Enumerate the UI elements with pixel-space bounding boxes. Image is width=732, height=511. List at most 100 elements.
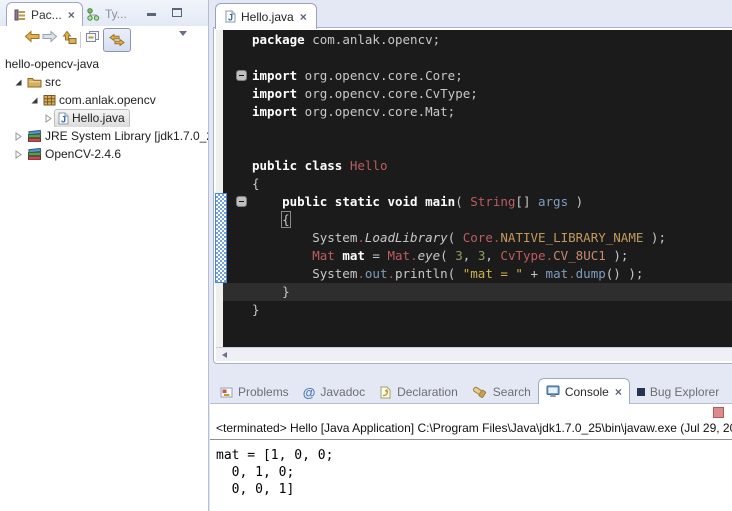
tree-item-hello-opencv-java[interactable]: hello-opencv-java [0,55,208,73]
view-tab-label: Search [493,385,531,399]
left-panel-tab-row: Pac... × Ty... [0,0,208,26]
view-tab-label: Ty... [105,7,127,21]
code-line [252,121,666,139]
declaration-icon [379,386,392,399]
tree-item-core: OpenCV-2.4.6 [24,146,125,163]
view-tab-bug[interactable]: Bug [726,380,732,404]
view-tab-label: Pac... [31,8,62,22]
code-line: } [252,283,666,301]
view-tab-search[interactable]: Search [465,380,538,404]
tree-item-label: OpenCV-2.4.6 [45,145,121,163]
bottom-view-tab-row: Problems @Javadoc Declaration Search Console… [213,377,732,404]
tree-item-core: com.anlak.opencv [40,92,160,109]
svg-text:J: J [228,13,233,23]
tree-item-label: src [45,73,61,91]
code-line: } [252,301,666,319]
tree-item-src[interactable]: src [0,73,208,91]
view-tab-problems[interactable]: Problems [213,380,296,404]
editor-tab-label: Hello.java [241,10,294,24]
tree-item-label: hello-opencv-java [5,55,99,73]
view-tab-pac[interactable]: Pac... × [6,2,83,26]
tree-item-core: J Hello.java [54,109,130,127]
package-icon [43,94,56,106]
editor-tab-hello-java[interactable]: J Hello.java × [215,3,317,29]
problems-icon [220,386,233,398]
type-hierarchy-icon [87,8,100,21]
minimize-button[interactable] [147,7,161,19]
expanded-arrow-icon[interactable] [29,96,40,105]
editor-frame: package com.anlak.opencv; import org.open… [213,27,732,364]
console-divider [210,439,732,440]
code-lines: package com.anlak.opencv; import org.open… [252,31,666,319]
link-with-editor-icon [108,34,126,46]
code-line: System.out.println( "mat = " + mat.dump(… [252,265,666,283]
toolbar-separator [80,32,81,48]
collapse-all-icon[interactable] [85,30,100,43]
close-icon[interactable]: × [615,386,622,398]
maximize-button[interactable] [172,8,186,20]
view-tab-label: Bug Explorer [650,385,719,399]
back-arrow-icon[interactable] [24,30,40,43]
package-explorer-panel: Pac... × Ty... hello-opencv-javasrccom.anl… [0,0,209,511]
view-tab-label: Problems [238,385,289,399]
view-tab-bug-explorer[interactable]: Bug Explorer [630,380,726,404]
view-tab-label: Declaration [397,385,458,399]
view-menu-chevron-icon[interactable] [179,36,187,54]
tree-item-com-anlak-opencv[interactable]: com.anlak.opencv [0,91,208,109]
code-line: { [252,211,666,229]
tree-item-label: JRE System Library [jdk1.7.0_25] [45,127,208,145]
bug-icon [637,388,645,396]
code-line: { [252,175,666,193]
console-output[interactable]: mat = [1, 0, 0; 0, 1, 0; 0, 0, 1] [216,447,333,498]
close-icon[interactable]: × [300,11,307,23]
annotation-ruler[interactable] [216,30,223,347]
code-line: public static void main( String[] args ) [252,193,666,211]
package-explorer-toolbar [0,26,208,54]
collapsed-arrow-icon[interactable] [13,132,24,141]
library-icon [27,148,42,161]
tree-item-label: Hello.java [72,109,125,127]
link-with-editor-button[interactable] [103,28,131,52]
collapsed-arrow-icon[interactable] [13,150,24,159]
code-line [252,49,666,67]
view-tab-label: Javadoc [320,385,365,399]
tree-item-jre-system-library-jdk1-7-0_25-[interactable]: JRE System Library [jdk1.7.0_25] [0,127,208,145]
horizontal-scrollbar[interactable] [216,347,732,361]
svg-text:J: J [61,114,66,124]
tree-item-core: src [24,74,65,91]
code-line: package com.anlak.opencv; [252,31,666,49]
project-tree: hello-opencv-javasrccom.anlak.opencv J Hel… [0,55,208,163]
close-icon[interactable]: × [68,9,75,21]
scroll-left-arrow-icon[interactable] [222,352,227,358]
tree-item-hello-java[interactable]: J Hello.java [0,109,208,127]
code-line: System.LoadLibrary( Core.NATIVE_LIBRARY_… [252,229,666,247]
view-tab-console[interactable]: Console× [538,378,630,404]
tree-item-opencv-2-4-6[interactable]: OpenCV-2.4.6 [0,145,208,163]
forward-arrow-icon[interactable] [42,30,58,43]
maximize-icon [172,8,182,17]
console-icon [546,385,560,398]
package-explorer-icon [14,9,26,21]
code-line [252,139,666,157]
console-output-line: 0, 0, 1] [216,481,333,498]
collapsed-arrow-icon[interactable] [43,114,54,123]
code-line: import org.opencv.core.CvType; [252,85,666,103]
up-folder-icon[interactable] [60,30,77,44]
code-line: import org.opencv.core.Core; [252,67,666,85]
code-editor[interactable]: package com.anlak.opencv; import org.open… [223,30,732,347]
view-tab-javadoc[interactable]: @Javadoc [296,380,372,404]
console-output-line: mat = [1, 0, 0; [216,447,333,464]
fold-collapse-icon[interactable] [236,70,247,81]
code-line: public class Hello [252,157,666,175]
terminate-button[interactable] [713,407,724,418]
code-line: Mat mat = Mat.eye( 3, 3, CvType.CV_8UC1 … [252,247,666,265]
view-tab-declaration[interactable]: Declaration [372,380,465,404]
code-line: import org.opencv.core.Mat; [252,103,666,121]
library-icon [27,130,42,143]
java-file-icon: J [225,10,236,23]
search-icon [472,386,488,399]
view-tab-ty[interactable]: Ty... [80,2,134,26]
minimize-icon [147,13,156,16]
expanded-arrow-icon[interactable] [13,78,24,87]
fold-collapse-icon[interactable] [236,196,247,207]
